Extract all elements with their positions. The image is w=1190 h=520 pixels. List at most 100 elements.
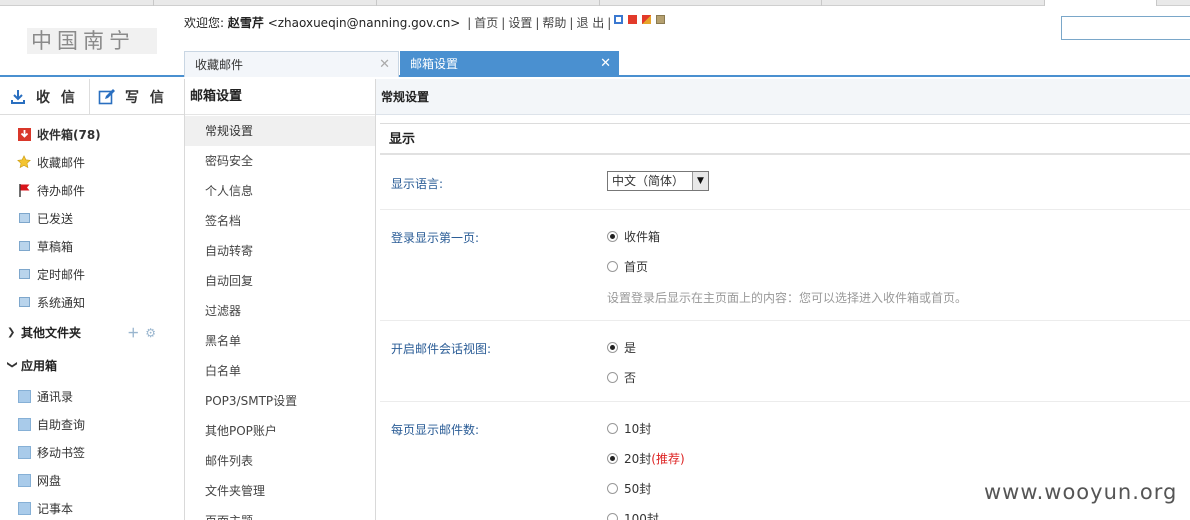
nav-filter[interactable]: 过滤器 bbox=[185, 296, 375, 326]
close-icon[interactable]: ✕ bbox=[600, 51, 611, 77]
per-page-label: 每页显示邮件数: bbox=[391, 423, 480, 437]
other-folders-header[interactable]: ❯ 其他文件夹 ＋⚙ bbox=[0, 316, 184, 349]
folder-icon bbox=[17, 267, 31, 281]
nav-general[interactable]: 常规设置 bbox=[185, 116, 375, 146]
page-title: 常规设置 bbox=[376, 79, 1190, 115]
recommend-tag: (推荐) bbox=[651, 452, 685, 466]
add-icon[interactable]: ＋ bbox=[127, 326, 145, 340]
tab-mail-settings[interactable]: 邮箱设置 ✕ bbox=[400, 51, 619, 77]
help-link[interactable]: 帮助 bbox=[542, 16, 566, 30]
option-label: 收件箱 bbox=[624, 230, 661, 244]
app-label: 移动书签 bbox=[37, 445, 86, 460]
app-icon bbox=[17, 389, 31, 403]
section-label: 应用箱 bbox=[21, 359, 58, 373]
radio-button[interactable] bbox=[607, 231, 618, 242]
logout-link[interactable]: 退 出 bbox=[576, 16, 604, 30]
folder-label: 系统通知 bbox=[37, 295, 86, 310]
per-page-option-20[interactable]: 20封 (推荐) bbox=[607, 450, 685, 467]
folder-system-notice[interactable]: 系统通知 bbox=[0, 288, 184, 316]
receive-button[interactable]: 收 信 bbox=[0, 78, 90, 115]
folder-starred[interactable]: 收藏邮件 bbox=[0, 148, 184, 176]
nav-whitelist[interactable]: 白名单 bbox=[185, 356, 375, 386]
apps-header[interactable]: ❯ 应用箱 bbox=[0, 349, 184, 382]
browser-tab[interactable] bbox=[377, 0, 600, 6]
gear-icon[interactable]: ⚙ bbox=[145, 326, 162, 340]
folder-sent[interactable]: 已发送 bbox=[0, 204, 184, 232]
nav-mail-list[interactable]: 邮件列表 bbox=[185, 446, 375, 476]
folder-label: 待办邮件 bbox=[37, 183, 86, 198]
nav-auto-forward[interactable]: 自动转寄 bbox=[185, 236, 375, 266]
folder-inbox[interactable]: 收件箱(78) bbox=[0, 120, 184, 148]
inbox-icon bbox=[17, 127, 31, 141]
app-label: 自助查询 bbox=[37, 417, 86, 432]
app-contacts[interactable]: 通讯录 bbox=[0, 382, 184, 410]
nav-pop3-smtp[interactable]: POP3/SMTP设置 bbox=[185, 386, 375, 416]
chevron-down-icon: ▼ bbox=[692, 172, 708, 190]
radio-button[interactable] bbox=[607, 453, 618, 464]
close-icon[interactable]: ✕ bbox=[379, 52, 390, 78]
folder-label: 收藏邮件 bbox=[37, 155, 86, 170]
app-netdisk[interactable]: 网盘 bbox=[0, 466, 184, 494]
radio-button[interactable] bbox=[607, 372, 618, 383]
browser-tab[interactable] bbox=[600, 0, 822, 6]
browser-tab[interactable] bbox=[0, 0, 154, 6]
app-self-query[interactable]: 自助查询 bbox=[0, 410, 184, 438]
login-option-home[interactable]: 首页 bbox=[607, 258, 648, 275]
folder-scheduled[interactable]: 定时邮件 bbox=[0, 260, 184, 288]
app-notebook[interactable]: 记事本 bbox=[0, 494, 184, 520]
radio-button[interactable] bbox=[607, 342, 618, 353]
nav-folder-manage[interactable]: 文件夹管理 bbox=[185, 476, 375, 506]
radio-button[interactable] bbox=[607, 261, 618, 272]
browser-tab-active[interactable] bbox=[1045, 0, 1157, 6]
settings-link[interactable]: 设置 bbox=[508, 16, 532, 30]
user-name: 赵雪芹 bbox=[227, 16, 264, 30]
nav-auto-reply[interactable]: 自动回复 bbox=[185, 266, 375, 296]
write-label: 写 信 bbox=[125, 89, 167, 106]
watermark: www.wooyun.org bbox=[984, 480, 1178, 504]
home-link[interactable]: 首页 bbox=[474, 16, 498, 30]
conversation-option-yes[interactable]: 是 bbox=[607, 339, 636, 356]
conversation-row: 开启邮件会话视图: 是 否 bbox=[380, 321, 1190, 402]
radio-button[interactable] bbox=[607, 483, 618, 494]
write-button[interactable]: 写 信 bbox=[90, 79, 167, 115]
chevron-right-icon: ❯ bbox=[7, 327, 16, 338]
language-select[interactable]: 中文（简体） ▼ bbox=[607, 171, 709, 191]
nav-password[interactable]: 密码安全 bbox=[185, 146, 375, 176]
skin-blue-icon[interactable] bbox=[614, 15, 623, 24]
radio-button[interactable] bbox=[607, 423, 618, 434]
tab-favorites[interactable]: 收藏邮件 ✕ bbox=[184, 51, 399, 77]
folder-todo[interactable]: 待办邮件 bbox=[0, 176, 184, 204]
login-option-inbox[interactable]: 收件箱 bbox=[607, 228, 660, 245]
tab-label: 收藏邮件 bbox=[195, 58, 244, 72]
top-search-input[interactable] bbox=[1061, 16, 1190, 40]
radio-button[interactable] bbox=[607, 513, 618, 520]
tab-label: 邮箱设置 bbox=[410, 57, 459, 71]
skin-tan-icon[interactable] bbox=[656, 15, 665, 24]
option-label: 是 bbox=[624, 341, 637, 355]
user-email: <zhaoxueqin@nanning.gov.cn> bbox=[263, 16, 461, 30]
skin-red-icon[interactable] bbox=[628, 15, 637, 24]
nav-other-pop[interactable]: 其他POP账户 bbox=[185, 416, 375, 446]
app-bookmarks[interactable]: 移动书签 bbox=[0, 438, 184, 466]
folder-label: 定时邮件 bbox=[37, 267, 86, 282]
compose-bar: 收 信 写 信 bbox=[0, 78, 184, 115]
app-label: 网盘 bbox=[37, 473, 62, 488]
settings-nav-title: 邮箱设置 bbox=[185, 79, 375, 115]
folder-drafts[interactable]: 草稿箱 bbox=[0, 232, 184, 260]
per-page-option-50[interactable]: 50封 bbox=[607, 480, 651, 497]
option-label: 50封 bbox=[624, 482, 652, 496]
tab-bar: 收藏邮件 ✕ 邮箱设置 ✕ bbox=[0, 51, 1190, 77]
app-label: 通讯录 bbox=[37, 389, 74, 404]
conversation-option-no[interactable]: 否 bbox=[607, 369, 636, 386]
nav-blacklist[interactable]: 黑名单 bbox=[185, 326, 375, 356]
browser-tab[interactable] bbox=[822, 0, 1045, 6]
nav-theme[interactable]: 页面主题 bbox=[185, 506, 375, 520]
skin-orange-icon[interactable] bbox=[642, 15, 651, 24]
nav-signature[interactable]: 签名档 bbox=[185, 206, 375, 236]
sidebar: 收 信 写 信 收件箱(78) 收藏邮件 待办邮件 已发送 草稿箱 定时邮件 系… bbox=[0, 78, 185, 520]
per-page-option-100[interactable]: 100封 bbox=[607, 510, 659, 520]
per-page-option-10[interactable]: 10封 bbox=[607, 420, 651, 437]
browser-tab[interactable] bbox=[154, 0, 377, 6]
nav-profile[interactable]: 个人信息 bbox=[185, 176, 375, 206]
skin-switcher bbox=[614, 15, 665, 24]
